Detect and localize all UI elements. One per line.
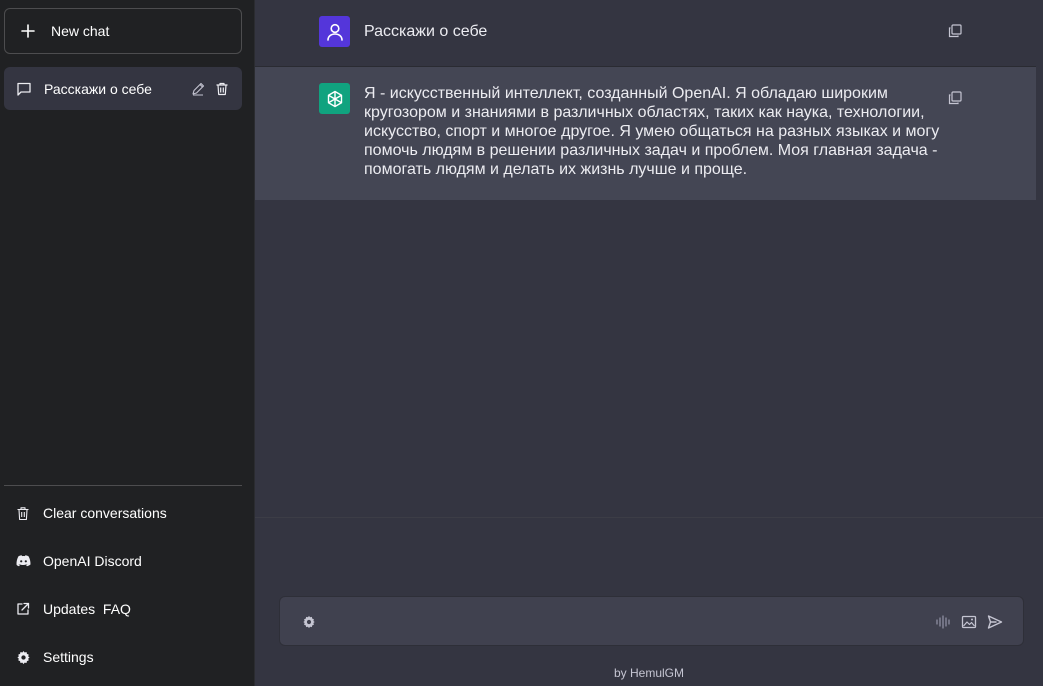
discord-icon [16, 555, 43, 567]
trash-icon [16, 506, 43, 521]
gear-icon[interactable] [300, 613, 318, 631]
user-message-text: Расскажи о себе [364, 23, 488, 40]
user-avatar [319, 16, 350, 47]
copy-icon[interactable] [947, 23, 963, 39]
new-chat-button[interactable]: New chat [4, 8, 242, 54]
copy-icon[interactable] [947, 90, 963, 106]
sidebar: New chat Расскажи о себе Clear conversat… [0, 0, 255, 686]
sidebar-divider [4, 485, 242, 486]
settings-label: Settings [43, 649, 94, 665]
user-message-row: Расскажи о себе [255, 0, 1036, 67]
chat-main: Расскажи о себе Я - искусственный интелл… [255, 0, 1043, 686]
clear-conversations-label: Clear conversations [43, 505, 167, 521]
updates-faq-link[interactable]: Updates FAQ [4, 587, 242, 631]
gear-icon [16, 650, 43, 665]
prompt-input-box [279, 596, 1024, 646]
sidebar-chat-item[interactable]: Расскажи о себе [4, 67, 242, 110]
prompt-input[interactable] [330, 607, 920, 637]
openai-discord-label: OpenAI Discord [43, 553, 142, 569]
assistant-avatar [319, 83, 350, 114]
assistant-message-text: Я - искусственный интеллект, созданный O… [364, 85, 940, 178]
send-icon[interactable] [985, 612, 1005, 632]
updates-faq-label: Updates FAQ [43, 601, 131, 617]
audio-waveform-icon[interactable] [933, 612, 953, 632]
chat-title: Расскажи о себе [44, 80, 152, 97]
input-area-divider [255, 517, 1043, 518]
edit-icon[interactable] [186, 77, 210, 101]
openai-logo-icon [325, 89, 345, 109]
user-icon [325, 22, 345, 42]
external-link-icon [16, 602, 43, 616]
new-chat-label: New chat [51, 23, 110, 39]
clear-conversations-button[interactable]: Clear conversations [4, 491, 242, 535]
openai-discord-link[interactable]: OpenAI Discord [4, 539, 242, 583]
footer-credit: by HemulGM [613, 666, 684, 680]
assistant-message-row: Я - искусственный интеллект, созданный O… [255, 67, 1036, 200]
trash-icon[interactable] [210, 77, 234, 101]
plus-icon [21, 24, 51, 38]
chat-bubble-icon [16, 81, 32, 97]
image-icon[interactable] [959, 612, 979, 632]
settings-button[interactable]: Settings [4, 635, 242, 679]
